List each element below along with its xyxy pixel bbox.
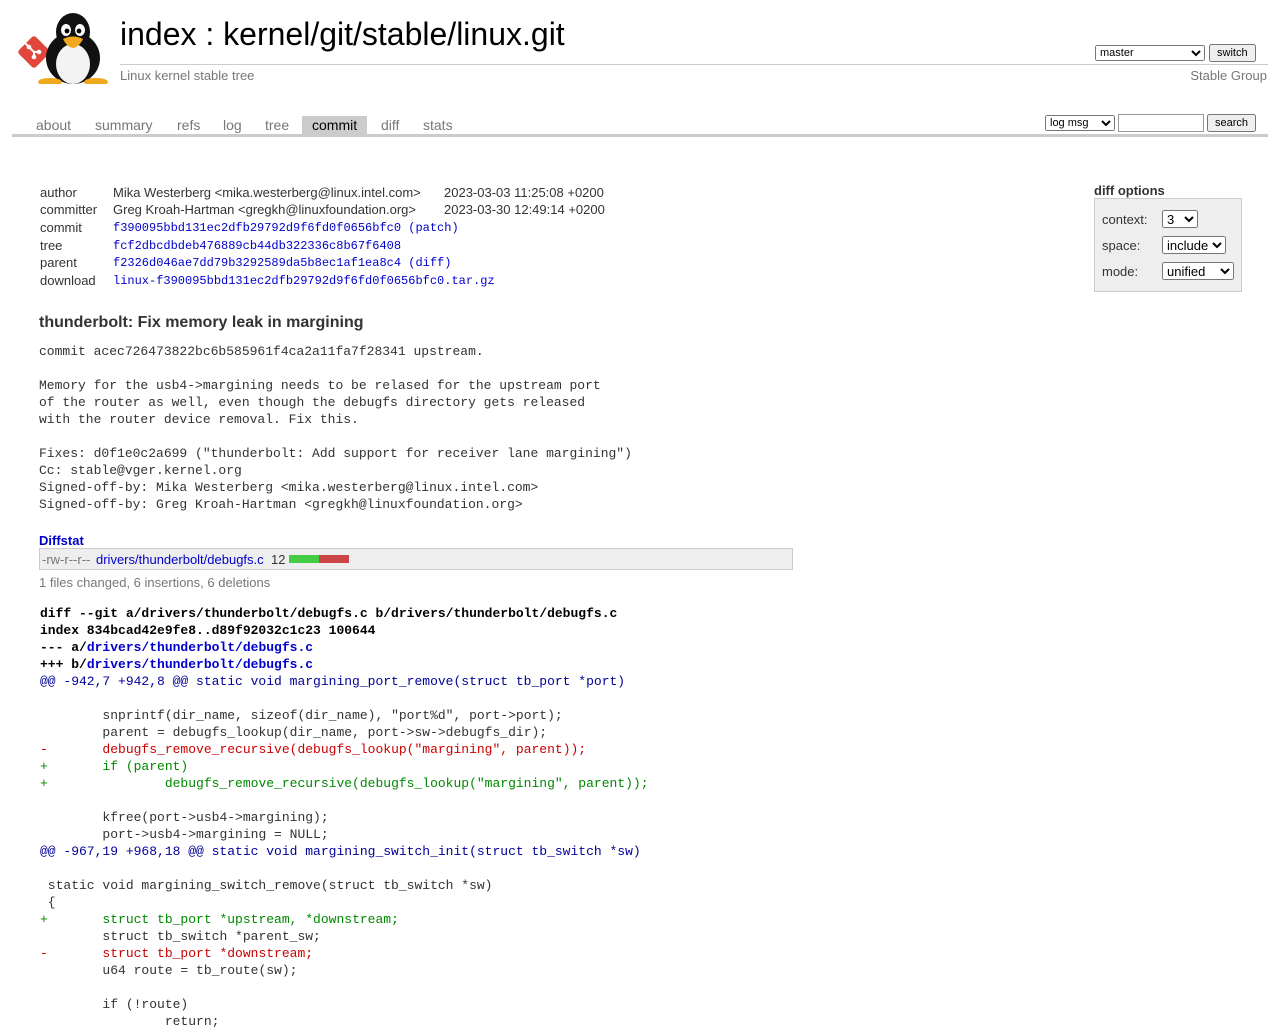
commit-hash-row: f390095bbd131ec2dfb29792d9f6fd0f0656bfc0… [113, 221, 459, 235]
diff-context-line: kfree(port->usb4->margining); [40, 810, 329, 825]
parent-label: parent [40, 255, 77, 270]
committer-value: Greg Kroah-Hartman <gregkh@linuxfoundati… [113, 202, 416, 217]
download-tarball-link[interactable]: linux-f390095bbd131ec2dfb29792d9f6fd0f06… [113, 274, 495, 288]
diff-minus-file-line: --- a/drivers/thunderbolt/debugfs.c [40, 639, 649, 656]
diff-context-line: port->usb4->margining = NULL; [40, 827, 329, 842]
tab-stats[interactable]: stats [413, 116, 463, 134]
tab-tree[interactable]: tree [255, 116, 299, 134]
diff-added-line: + if (parent) [40, 759, 189, 774]
diffstat-table: -rw-r--r-- drivers/thunderbolt/debugfs.c… [39, 548, 793, 570]
tab-commit[interactable]: commit [302, 116, 368, 134]
repo-link[interactable]: kernel/git/stable/linux.git [223, 16, 565, 52]
author-value: Mika Westerberg <mika.westerberg@linux.i… [113, 185, 421, 200]
committer-date: 2023-03-30 12:49:14 +0200 [444, 202, 605, 217]
commit-label: commit [40, 220, 82, 235]
tree-hash-row: fcf2dbcdbdeb476889cb44db322336c8b67f6408 [113, 239, 401, 253]
plus-file-link[interactable]: drivers/thunderbolt/debugfs.c [87, 657, 313, 672]
title-separator: : [196, 16, 224, 52]
branch-select[interactable]: master [1095, 45, 1205, 61]
committer-label: committer [40, 202, 98, 217]
tab-diff[interactable]: diff [371, 116, 409, 134]
diff-context-line [40, 979, 649, 996]
diff-context-line: if (!route) [40, 997, 189, 1012]
mode-select[interactable]: unified [1162, 262, 1234, 280]
commit-hash-link[interactable]: f390095bbd131ec2dfb29792d9f6fd0f0656bfc0 [113, 221, 401, 235]
deletions-bar [319, 555, 349, 563]
index-link[interactable]: index [120, 16, 197, 52]
tab-about[interactable]: about [26, 116, 81, 134]
download-label: download [40, 273, 96, 288]
diff-context-line: static void margining_switch_remove(stru… [40, 878, 493, 893]
diff-lines: @@ -942,7 +942,8 @@ static void marginin… [40, 673, 649, 1030]
diff-context-line [40, 860, 649, 877]
diff-context-line: parent = debugfs_lookup(dir_name, port->… [40, 725, 548, 740]
diff-hunk-header: @@ -967,19 +968,18 @@ static void margin… [40, 844, 641, 859]
diffstat-count: 12 [271, 552, 286, 567]
context-label: context: [1102, 212, 1148, 227]
diff-context-line: snprintf(dir_name, sizeof(dir_name), "po… [40, 708, 563, 723]
plus-prefix: +++ b/ [40, 657, 87, 672]
repo-description: Linux kernel stable tree [120, 68, 255, 83]
context-select[interactable]: 3 [1162, 210, 1198, 228]
diff-options-panel: context: 3 space: include mode: unified [1094, 198, 1242, 292]
diff-plus-file-line: +++ b/drivers/thunderbolt/debugfs.c [40, 656, 649, 673]
diffstat-summary: 1 files changed, 6 insertions, 6 deletio… [39, 575, 271, 590]
tree-hash-link[interactable]: fcf2dbcdbdeb476889cb44db322336c8b67f6408 [113, 239, 401, 253]
diff-header-line: diff --git a/drivers/thunderbolt/debugfs… [40, 606, 618, 621]
diff-removed-line: - struct tb_port *downstream; [40, 946, 314, 961]
diffstat-file-link[interactable]: drivers/thunderbolt/debugfs.c [96, 552, 264, 567]
diff-context-line: struct tb_switch *parent_sw; [40, 929, 321, 944]
file-mode: -rw-r--r-- [42, 552, 91, 567]
tab-log[interactable]: log [213, 116, 252, 134]
diff-removed-line: - debugfs_remove_recursive(debugfs_looku… [40, 742, 587, 757]
diff-index-line: index 834bcad42e9fe8..d89f92032c1c23 100… [40, 623, 376, 638]
commit-subject: thunderbolt: Fix memory leak in marginin… [39, 314, 364, 331]
tab-refs[interactable]: refs [167, 116, 210, 134]
commit-message: commit acec726473822bc6b585961f4ca2a11fa… [39, 344, 632, 512]
parent-hash-row: f2326d046ae7dd79b3292589da5b8ec1af1ea8c4… [113, 256, 451, 270]
insertions-bar [289, 555, 319, 563]
diff-view: diff --git a/drivers/thunderbolt/debugfs… [40, 605, 649, 1030]
download-row: linux-f390095bbd131ec2dfb29792d9f6fd0f06… [113, 274, 495, 288]
diff-context-line [40, 792, 649, 809]
tux-penguin-icon [38, 13, 108, 84]
tree-label: tree [40, 238, 63, 253]
search-type-select[interactable]: log msg [1045, 115, 1115, 131]
diff-added-line: + struct tb_port *upstream, *downstream; [40, 912, 399, 927]
space-select[interactable]: include [1162, 236, 1226, 254]
diff-options-title: diff options [1094, 183, 1165, 198]
parent-hash-link[interactable]: f2326d046ae7dd79b3292589da5b8ec1af1ea8c4 [113, 256, 401, 270]
diffstat-header-link[interactable]: Diffstat [39, 533, 84, 548]
diff-added-line: + debugfs_remove_recursive(debugfs_looku… [40, 776, 649, 791]
diff-hunk-header: @@ -942,7 +942,8 @@ static void marginin… [40, 674, 626, 689]
diff-context-line: return; [40, 1014, 220, 1029]
mode-label: mode: [1102, 264, 1139, 279]
minus-prefix: --- a/ [40, 640, 87, 655]
diff-context-line: { [40, 895, 56, 910]
search-input[interactable] [1118, 114, 1204, 132]
diff-context-line: u64 route = tb_route(sw); [40, 963, 298, 978]
tab-summary[interactable]: summary [85, 116, 163, 134]
page-title: index : kernel/git/stable/linux.git [120, 16, 565, 53]
header-divider [120, 64, 1268, 65]
parent-diff-link[interactable]: (diff) [408, 256, 451, 270]
space-label: space: [1102, 238, 1141, 253]
minus-file-link[interactable]: drivers/thunderbolt/debugfs.c [87, 640, 313, 655]
author-label: author [40, 185, 77, 200]
repo-owner: Stable Group [1190, 68, 1267, 83]
search-button[interactable]: search [1207, 114, 1257, 132]
switch-button[interactable]: switch [1209, 44, 1256, 62]
author-date: 2023-03-03 11:25:08 +0200 [444, 185, 604, 200]
diff-context-line [40, 690, 649, 707]
patch-link[interactable]: (patch) [408, 221, 458, 235]
